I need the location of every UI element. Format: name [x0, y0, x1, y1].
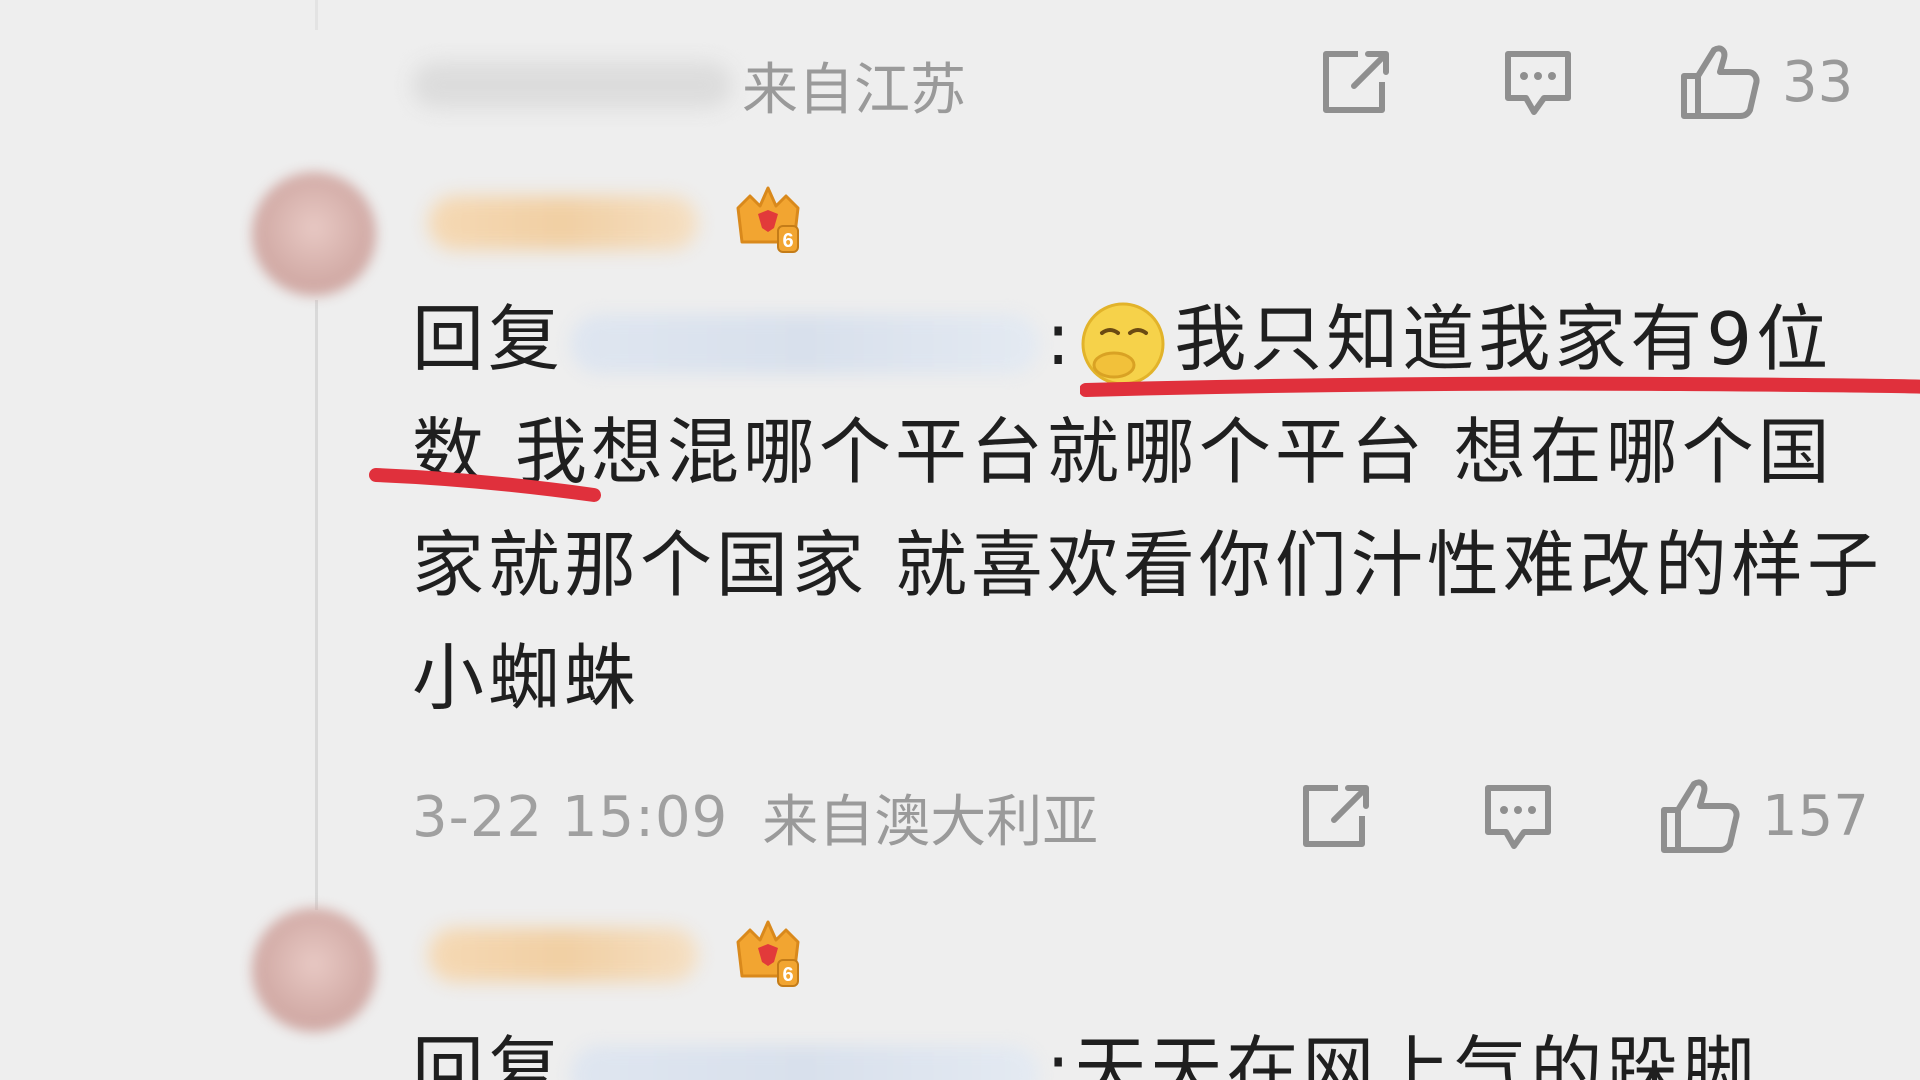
share-icon [1323, 51, 1389, 113]
top-comment-button[interactable] [1500, 48, 1576, 120]
svg-text:6: 6 [782, 230, 793, 252]
share-icon [1303, 785, 1369, 847]
top-comment-location: 来自江苏 [742, 57, 966, 123]
reply-like-button[interactable]: 157 [1658, 776, 1869, 856]
next-reply-avatar[interactable] [252, 908, 376, 1032]
highlight-underline-1 [1080, 376, 1920, 397]
comment-icon [1485, 785, 1551, 849]
reply-avatar[interactable] [252, 172, 376, 296]
like-icon [1661, 779, 1740, 853]
reply-like-count: 157 [1762, 783, 1869, 849]
reply-colon: : [1046, 297, 1075, 381]
top-share-button[interactable] [1318, 48, 1394, 118]
thread-connector-line [315, 300, 318, 910]
mentioned-user-blurred[interactable] [570, 314, 1041, 375]
reply-text: 回复: 我只知道我家有9位数 我想混哪个平台就哪个平台 想在哪个国家就那个国家 … [412, 283, 1892, 735]
next-reply-text: 回复 :天天在网上气的跺脚 [412, 1020, 1758, 1080]
like-icon [1681, 45, 1760, 119]
crown-badge-icon: 6 [736, 920, 800, 987]
comment-thread: 来自江苏 33 6 回复: 我只知道我家有9位数 我想混哪个平台就哪个平台 想在… [0, 0, 1920, 1080]
next-reply-prefix: 回复 [412, 1028, 565, 1080]
reply-timestamp: 3-22 15:09 [412, 784, 729, 850]
next-reply-username-blurred[interactable] [428, 928, 698, 982]
thread-connector-line-top [315, 0, 318, 30]
reply-location: 来自澳大利亚 [762, 789, 1099, 855]
comment-icon [1505, 51, 1571, 115]
svg-text:6: 6 [782, 964, 793, 986]
top-like-button[interactable]: 33 [1678, 42, 1853, 122]
next-mentioned-user-blurred[interactable] [570, 1045, 1041, 1080]
blurred-timestamp [412, 62, 732, 108]
reply-text-line1: 我只知道我家有9 [1174, 297, 1757, 381]
crown-badge-icon: 6 [736, 186, 800, 253]
top-like-count: 33 [1782, 49, 1854, 115]
reply-prefix: 回复 [412, 297, 565, 381]
reply-username-blurred[interactable] [428, 196, 698, 250]
highlight-underline-2 [369, 468, 601, 502]
next-reply-text-partial: :天天在网上气的跺脚 [1046, 1028, 1759, 1080]
top-comment-meta: 来自江苏 [412, 50, 966, 123]
reply-meta: 3-22 15:09 来自澳大利亚 [412, 782, 1098, 855]
reply-share-button[interactable] [1298, 782, 1374, 852]
reply-comment-button[interactable] [1480, 782, 1556, 854]
